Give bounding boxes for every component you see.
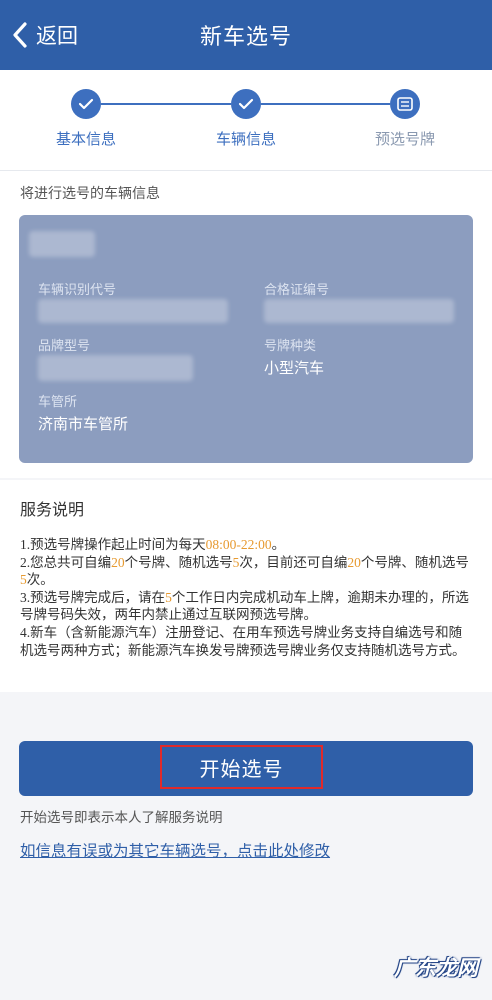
step-label-plate-select: 预选号牌 [374,130,435,148]
redacted-model [38,355,193,381]
vehicle-info-heading: 将进行选号的车辆信息 [20,186,160,202]
office-value: 济南市车管所 [38,415,129,433]
watermark: 广东龙网 [394,956,478,980]
vehicle-info-section: 将进行选号的车辆信息 车辆识别代号 合格证编号 品牌型号 号牌种类 小型汽车 车… [0,170,492,478]
office-label: 车管所 [38,395,78,410]
progress-steps: 基本信息 车辆信息 预选号牌 [0,70,492,170]
step-label-vehicle-info: 车辆信息 [215,130,276,148]
service-description-section: 服务说明 1.预选号牌操作起止时间为每天08:00-22:00。 2.您总共可自… [0,480,492,692]
back-button[interactable]: 返回 [12,0,78,70]
back-label: 返回 [36,24,78,48]
rule-item-3: 3.预选号牌完成后，请在5个工作日内完成机动车上牌，逾期未办理的，所选号牌号码失… [20,589,469,623]
rule-item-4: 4.新车（含新能源汽车）注册登记、在用车预选号牌业务支持自编选号和随机选号两种方… [20,624,466,658]
redacted-vin [38,299,228,323]
modify-info-link[interactable]: 如信息有误或为其它车辆选号，点击此处修改 [20,839,330,861]
step-label-basic-info: 基本信息 [55,130,116,148]
service-rules: 1.预选号牌操作起止时间为每天08:00-22:00。 2.您总共可自编20个号… [20,536,475,659]
rule-item-1: 1.预选号牌操作起止时间为每天08:00-22:00。 [20,537,286,552]
vin-label: 车辆识别代号 [38,283,117,298]
top-bar: 返回 新车选号 [0,0,492,70]
service-title: 服务说明 [20,500,85,519]
rule-item-2: 2.您总共可自编20个号牌、随机选号5次，目前还可自编20个号牌、随机选号5次。 [20,554,469,588]
redacted-certificate [264,299,454,323]
plate-list-icon [390,89,420,119]
step-connector [101,103,231,105]
start-selection-label: 开始选号 [160,745,323,789]
start-selection-note: 开始选号即表示本人了解服务说明 [20,810,223,826]
model-label: 品牌型号 [38,339,91,354]
step-connector [261,103,390,105]
plate-type-value: 小型汽车 [264,359,325,377]
page-title: 新车选号 [199,25,292,50]
certificate-label: 合格证编号 [264,283,330,298]
step-done-check-icon [71,89,101,119]
redacted-owner [29,231,95,257]
vehicle-info-card: 车辆识别代号 合格证编号 品牌型号 号牌种类 小型汽车 车管所 济南市车管所 [19,215,473,463]
step-done-check-icon [231,89,261,119]
chevron-left-icon [12,22,28,48]
plate-type-label: 号牌种类 [264,339,317,354]
start-selection-button[interactable]: 开始选号 [19,741,473,796]
